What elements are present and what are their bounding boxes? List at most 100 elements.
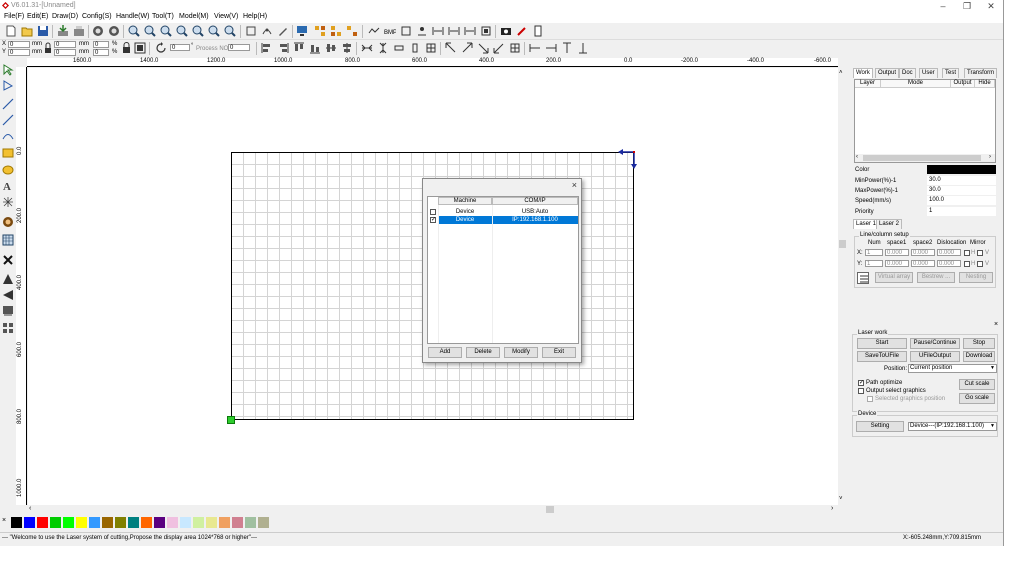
polyline-tool-icon[interactable]	[2, 114, 14, 126]
color-swatch[interactable]	[245, 517, 256, 528]
align-left-icon[interactable]	[261, 42, 273, 54]
open-folder-icon[interactable]	[21, 25, 33, 37]
rectangle-tool-icon[interactable]	[2, 147, 14, 159]
distribute-v-icon[interactable]	[377, 42, 389, 54]
node-edit-icon[interactable]	[261, 25, 273, 37]
menu-tool[interactable]: Tool(T)	[152, 13, 174, 20]
download-button[interactable]: Download	[963, 351, 995, 362]
tab-output[interactable]: Output	[875, 68, 900, 78]
menu-model[interactable]: Model(M)	[179, 13, 209, 20]
import-icon[interactable]	[57, 25, 69, 37]
x-space1-input[interactable]: 0.000	[885, 249, 909, 256]
minimize-icon[interactable]: –	[933, 1, 953, 11]
maximize-icon[interactable]: ❐	[957, 1, 977, 12]
process-no-input[interactable]: 0	[228, 44, 250, 51]
delete-button[interactable]: Delete	[466, 347, 500, 358]
move-bottom-left-icon[interactable]	[493, 42, 505, 54]
selected-position-checkbox[interactable]	[867, 396, 873, 402]
add-button[interactable]: Add	[428, 347, 462, 358]
color-swatch[interactable]	[63, 517, 74, 528]
same-size-icon[interactable]	[425, 42, 437, 54]
move-down-icon[interactable]	[577, 42, 589, 54]
table-row-selected[interactable]: ✓ Device IP:192.168.1.100	[428, 216, 580, 224]
scroll-up-icon[interactable]: ˄	[839, 70, 843, 76]
stop-button[interactable]: Stop	[963, 338, 995, 349]
select-arrow-icon[interactable]	[2, 64, 14, 76]
ellipse-tool-icon[interactable]	[2, 164, 14, 176]
tab-work[interactable]: Work	[853, 68, 873, 78]
select-rect-icon[interactable]	[245, 25, 257, 37]
color-swatch[interactable]	[24, 517, 35, 528]
layer-column-header[interactable]: Layer	[855, 80, 881, 88]
zoom-all-icon[interactable]	[224, 25, 236, 37]
color-swatch[interactable]	[76, 517, 87, 528]
document-icon[interactable]	[532, 25, 544, 37]
color-swatch[interactable]	[167, 517, 178, 528]
color-swatch[interactable]	[89, 517, 100, 528]
align-size-icon[interactable]	[464, 25, 476, 37]
minpower-value[interactable]: 30.0	[927, 176, 996, 185]
exit-button[interactable]: Exit	[542, 347, 576, 358]
move-left-icon[interactable]	[529, 42, 541, 54]
color-swatch[interactable]	[219, 517, 230, 528]
rotate-icon[interactable]	[155, 42, 167, 54]
menu-view[interactable]: View(V)	[214, 13, 238, 20]
same-width-icon[interactable]	[393, 42, 405, 54]
menu-config[interactable]: Config(S)	[82, 13, 112, 20]
align-height-icon[interactable]	[448, 25, 460, 37]
horizontal-scrollbar[interactable]: ‹ ›	[27, 505, 838, 514]
color-swatch[interactable]	[11, 517, 22, 528]
color-swatch[interactable]	[102, 517, 113, 528]
x-position-input[interactable]: 0	[8, 41, 30, 48]
device-select[interactable]: Device---(IP:192.168.1.100) ▼	[908, 422, 997, 431]
curve-tool-icon[interactable]	[2, 130, 14, 142]
width-input[interactable]: 0	[54, 41, 76, 48]
close-icon[interactable]: ✕	[981, 1, 1001, 12]
scroll-thumb[interactable]	[863, 155, 981, 161]
zoom-out-icon[interactable]	[144, 25, 156, 37]
vertical-scrollbar[interactable]: ˄ ˅	[838, 68, 847, 505]
align-vcenter-icon[interactable]	[341, 42, 353, 54]
point-tool-icon[interactable]	[2, 196, 14, 208]
color-swatch[interactable]	[50, 517, 61, 528]
node-merge-icon[interactable]	[416, 25, 428, 37]
align-hcenter-icon[interactable]	[325, 42, 337, 54]
close-path-icon[interactable]	[400, 25, 412, 37]
array-tool-icon[interactable]	[2, 322, 14, 334]
same-height-icon[interactable]	[409, 42, 421, 54]
mirror-h-icon[interactable]	[2, 273, 14, 285]
zoom-fit-icon[interactable]	[176, 25, 188, 37]
panel-close-icon[interactable]: ×	[994, 321, 998, 328]
menu-handle[interactable]: Handle(W)	[116, 13, 149, 20]
position-select[interactable]: Current position ▼	[908, 364, 997, 373]
menu-edit[interactable]: Edit(E)	[27, 13, 48, 20]
zoom-select-icon[interactable]	[208, 25, 220, 37]
move-top-right-icon[interactable]	[461, 42, 473, 54]
curve-smooth-icon[interactable]	[368, 25, 380, 37]
new-file-icon[interactable]	[5, 25, 17, 37]
array-icon[interactable]	[314, 25, 326, 37]
nesting-button[interactable]: Nesting	[959, 272, 993, 283]
save-icon[interactable]	[37, 25, 49, 37]
redo-icon[interactable]	[108, 25, 120, 37]
align-width-icon[interactable]	[432, 25, 444, 37]
start-button[interactable]: Start	[857, 338, 907, 349]
undo-icon[interactable]	[92, 25, 104, 37]
scroll-left-icon[interactable]: ‹	[29, 505, 31, 512]
color-swatch[interactable]	[927, 165, 996, 174]
color-swatch[interactable]	[258, 517, 269, 528]
x-mirror-h-checkbox[interactable]	[964, 250, 970, 256]
tab-test[interactable]: Test	[942, 68, 960, 78]
output-select-checkbox[interactable]	[858, 388, 864, 394]
layer-table-scrollbar[interactable]: ‹ ›	[855, 154, 995, 162]
lock-icon[interactable]	[44, 42, 52, 54]
camera-icon[interactable]	[500, 25, 512, 37]
move-center-icon[interactable]	[509, 42, 521, 54]
zoom-in-icon[interactable]	[128, 25, 140, 37]
x-space2-input[interactable]: 0.000	[911, 249, 935, 256]
array-multi-icon[interactable]	[346, 25, 358, 37]
menu-draw[interactable]: Draw(D)	[52, 13, 78, 20]
color-swatch[interactable]	[37, 517, 48, 528]
color-swatch[interactable]	[128, 517, 139, 528]
path-optimize-checkbox[interactable]: ✓	[858, 380, 864, 386]
